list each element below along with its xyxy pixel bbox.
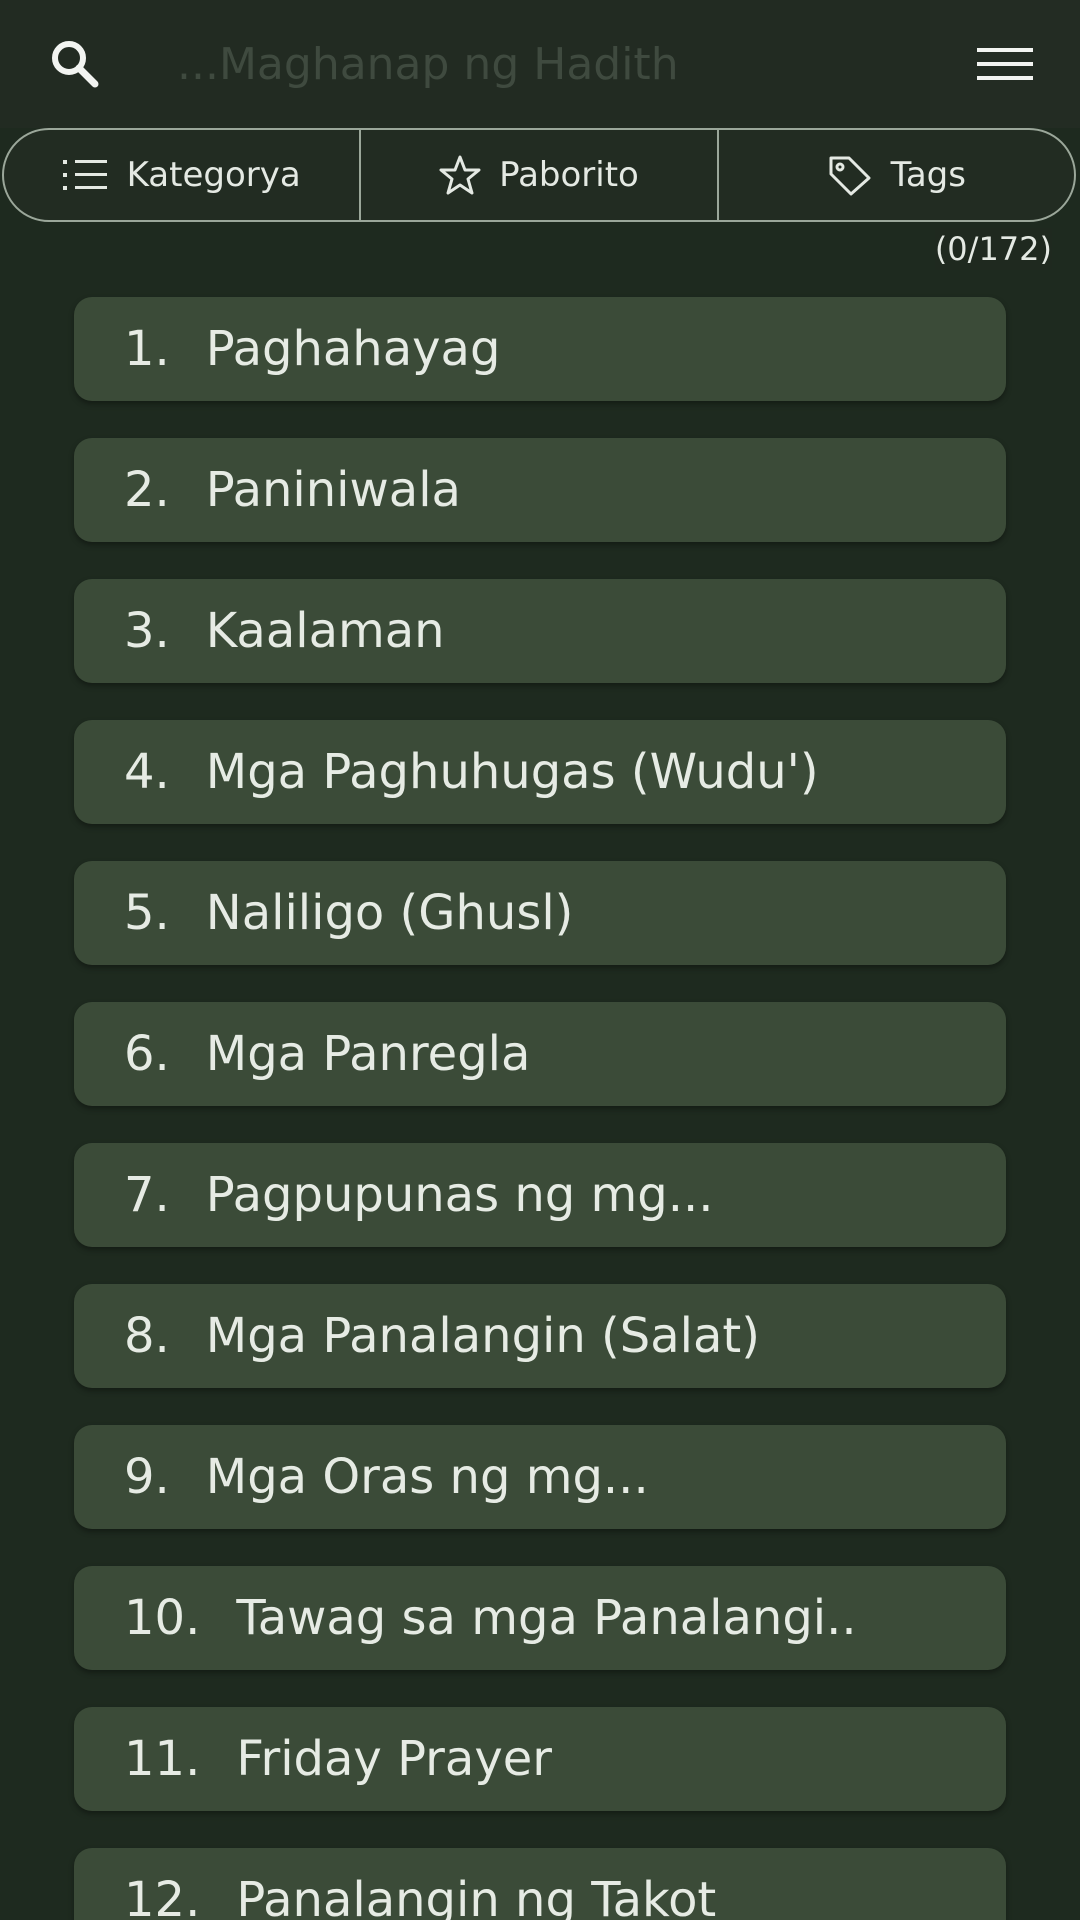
tab-kategorya[interactable]: Kategorya [4, 130, 359, 220]
category-title: Paghahayag [205, 321, 501, 377]
tab-tags[interactable]: Tags [716, 130, 1074, 220]
category-item[interactable]: 12. Panalangin ng Takot [74, 1848, 1006, 1920]
list-icon [62, 160, 107, 190]
category-title: Kaalaman [205, 603, 445, 659]
search-icon [52, 41, 99, 88]
hadith-counter: (0/172) [934, 228, 1052, 270]
category-number: 8. [124, 1308, 170, 1364]
tab-paborito[interactable]: Paborito [359, 130, 716, 220]
category-title: Mga Panregla [205, 1026, 531, 1082]
category-number: 3. [124, 603, 170, 659]
category-title: Mga Oras ng mg... [205, 1449, 649, 1505]
tab-tags-label: Tags [890, 155, 966, 195]
tab-paborito-label: Paborito [499, 155, 639, 195]
category-item[interactable]: 7. Pagpupunas ng mg... [74, 1143, 1006, 1247]
category-item[interactable]: 10. Tawag sa mga Panalangi.. [74, 1566, 1006, 1670]
category-item[interactable]: 11. Friday Prayer [74, 1707, 1006, 1811]
search-button[interactable] [30, 22, 120, 106]
category-title: Pagpupunas ng mg... [205, 1167, 714, 1223]
category-number: 9. [124, 1449, 170, 1505]
category-number: 2. [124, 462, 170, 518]
star-icon [439, 155, 481, 195]
category-item[interactable]: 3. Kaalaman [74, 579, 1006, 683]
category-title: Friday Prayer [236, 1731, 552, 1787]
category-number: 12. [124, 1872, 201, 1920]
category-title: Mga Panalangin (Salat) [205, 1308, 760, 1364]
category-item[interactable]: 2. Paniniwala [74, 438, 1006, 542]
category-title: Paniniwala [205, 462, 461, 518]
category-item[interactable]: 8. Mga Panalangin (Salat) [74, 1284, 1006, 1388]
category-item[interactable]: 5. Naliligo (Ghusl) [74, 861, 1006, 965]
category-item[interactable]: 6. Mga Panregla [74, 1002, 1006, 1106]
category-title: Mga Paghuhugas (Wudu') [205, 744, 819, 800]
tag-icon [829, 156, 871, 196]
category-number: 7. [124, 1167, 170, 1223]
category-number: 11. [124, 1731, 201, 1787]
category-item[interactable]: 4. Mga Paghuhugas (Wudu') [74, 720, 1006, 824]
segmented-tabs: Kategorya Paborito Tags [2, 128, 1076, 222]
category-title: Tawag sa mga Panalangi.. [236, 1590, 857, 1646]
category-number: 10. [124, 1590, 201, 1646]
category-number: 4. [124, 744, 170, 800]
category-title: Panalangin ng Takot [236, 1872, 717, 1920]
category-number: 5. [124, 885, 170, 941]
category-list: 1. Paghahayag 2. Paniniwala 3. Kaalaman … [74, 297, 1006, 1920]
category-item[interactable]: 1. Paghahayag [74, 297, 1006, 401]
category-title: Naliligo (Ghusl) [205, 885, 574, 941]
tab-kategorya-label: Kategorya [126, 155, 301, 195]
top-bar [0, 0, 1080, 128]
hamburger-menu-icon [977, 48, 1033, 80]
category-number: 6. [124, 1026, 170, 1082]
search-input[interactable] [165, 22, 925, 106]
app-root: Kategorya Paborito Tags (0/172) 1. Pagha… [0, 0, 1080, 1920]
category-item[interactable]: 9. Mga Oras ng mg... [74, 1425, 1006, 1529]
category-number: 1. [124, 321, 170, 377]
menu-button[interactable] [930, 0, 1080, 128]
